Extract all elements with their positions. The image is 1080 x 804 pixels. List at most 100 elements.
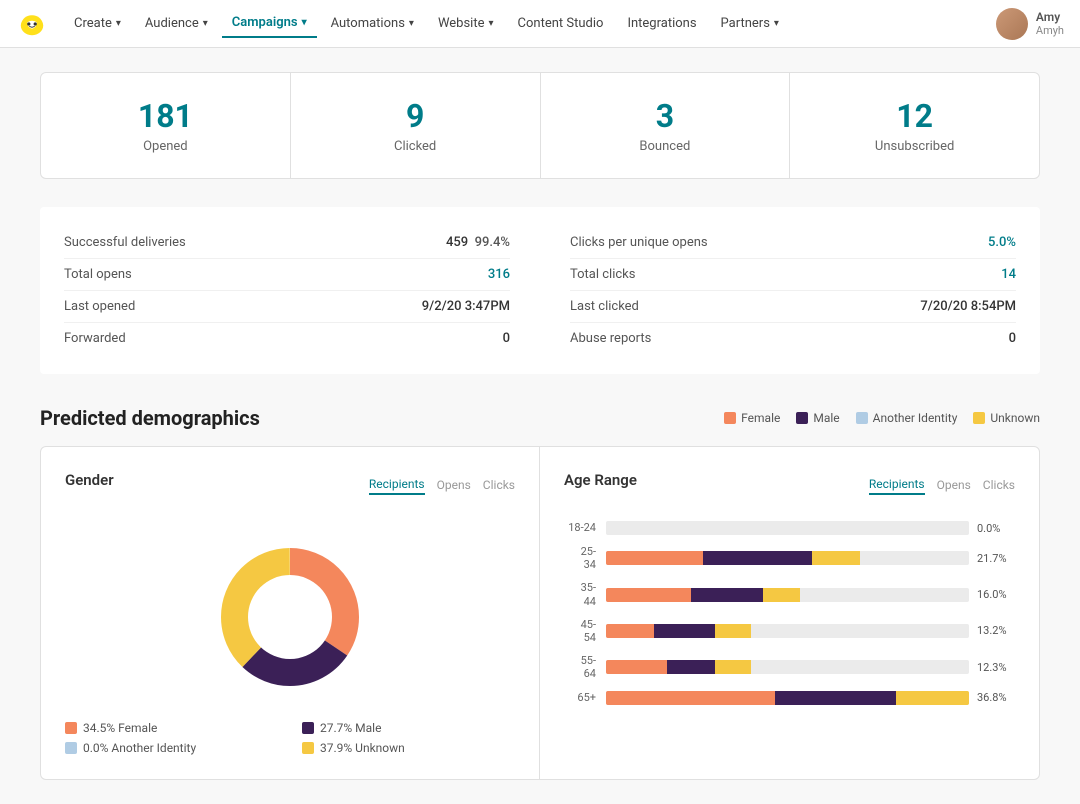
age-bar-percent: 12.3% bbox=[977, 661, 1015, 674]
age-bar-track bbox=[606, 521, 969, 535]
age-tab-opens[interactable]: Opens bbox=[937, 478, 971, 494]
male-color-swatch bbox=[796, 412, 808, 424]
chevron-down-icon: ▾ bbox=[409, 18, 414, 29]
legend-another-identity: Another Identity bbox=[856, 411, 958, 425]
chevron-down-icon: ▾ bbox=[203, 18, 208, 29]
age-chart-tabs: Recipients Opens Clicks bbox=[869, 477, 1015, 495]
metric-value: 9/2/20 3:47PM bbox=[422, 299, 510, 314]
stats-row: 181 Opened 9 Clicked 3 Bounced 12 Unsubs… bbox=[40, 72, 1040, 179]
charts-container: Gender Recipients Opens Clicks bbox=[40, 446, 1040, 780]
another-identity-color-swatch bbox=[856, 412, 868, 424]
gender-chart-panel: Gender Recipients Opens Clicks bbox=[41, 447, 540, 779]
age-chart-title: Age Range bbox=[564, 471, 637, 489]
logo[interactable] bbox=[16, 8, 48, 40]
age-tab-recipients[interactable]: Recipients bbox=[869, 477, 925, 495]
metric-value: 459 99.4% bbox=[446, 235, 510, 250]
other-swatch bbox=[65, 742, 77, 754]
age-bar-label: 55- 64 bbox=[564, 654, 606, 680]
age-bar-track bbox=[606, 691, 969, 705]
nav-audience[interactable]: Audience ▾ bbox=[135, 10, 218, 37]
unknown-segment bbox=[763, 588, 799, 602]
chevron-down-icon: ▾ bbox=[774, 18, 779, 29]
age-bar-row: 35- 44 16.0% bbox=[564, 581, 1015, 607]
age-bar-row: 55- 64 12.3% bbox=[564, 654, 1015, 680]
donut-container: 34.5% Female 27.7% Male 0.0% Another Ide… bbox=[65, 521, 515, 755]
metric-total-opens: Total opens 316 bbox=[64, 259, 510, 291]
age-bar-fill bbox=[606, 588, 969, 602]
metric-label: Forwarded bbox=[64, 331, 126, 346]
metric-last-opened: Last opened 9/2/20 3:47PM bbox=[64, 291, 510, 323]
opened-number: 181 bbox=[57, 97, 274, 135]
clicked-number: 9 bbox=[307, 97, 524, 135]
gender-tab-recipients[interactable]: Recipients bbox=[369, 477, 425, 495]
metric-forwarded: Forwarded 0 bbox=[64, 323, 510, 354]
user-handle: Amyh bbox=[1036, 24, 1064, 37]
chevron-down-icon: ▾ bbox=[489, 18, 494, 29]
unknown-segment bbox=[715, 660, 751, 674]
metrics-left: Successful deliveries 459 99.4% Total op… bbox=[64, 227, 510, 354]
avatar bbox=[996, 8, 1028, 40]
gender-tab-opens[interactable]: Opens bbox=[437, 478, 471, 494]
stat-unsubscribed: 12 Unsubscribed bbox=[790, 73, 1039, 178]
nav-create[interactable]: Create ▾ bbox=[64, 10, 131, 37]
nav-automations[interactable]: Automations ▾ bbox=[321, 10, 424, 37]
chevron-down-icon: ▾ bbox=[116, 18, 121, 29]
unsubscribed-number: 12 bbox=[806, 97, 1023, 135]
metric-last-clicked: Last clicked 7/20/20 8:54PM bbox=[570, 291, 1016, 323]
age-bar-fill bbox=[606, 624, 969, 638]
age-bar-label: 18-24 bbox=[564, 521, 606, 534]
metric-value: 316 bbox=[488, 267, 510, 282]
age-bar-chart: 18-24 0.0% 25- 34 21.7% 35- 44 bbox=[564, 521, 1015, 705]
gender-chart-tabs: Recipients Opens Clicks bbox=[369, 477, 515, 495]
donut-legend-female: 34.5% Female bbox=[65, 721, 278, 735]
age-bar-fill bbox=[606, 660, 969, 674]
female-segment bbox=[606, 660, 667, 674]
age-bar-fill bbox=[606, 551, 969, 565]
metric-value: 0 bbox=[1009, 331, 1016, 346]
metric-clicks-unique-opens: Clicks per unique opens 5.0% bbox=[570, 227, 1016, 259]
male-segment bbox=[703, 551, 812, 565]
male-segment bbox=[691, 588, 764, 602]
female-segment bbox=[606, 588, 691, 602]
gender-tab-clicks[interactable]: Clicks bbox=[483, 478, 515, 494]
age-bar-label: 25- 34 bbox=[564, 545, 606, 571]
nav-partners[interactable]: Partners ▾ bbox=[711, 10, 789, 37]
nav-website[interactable]: Website ▾ bbox=[428, 10, 504, 37]
age-tab-clicks[interactable]: Clicks bbox=[983, 478, 1015, 494]
metric-label: Total opens bbox=[64, 267, 132, 282]
age-bar-percent: 0.0% bbox=[977, 522, 1015, 535]
age-bar-percent: 16.0% bbox=[977, 588, 1015, 601]
male-segment bbox=[775, 691, 896, 705]
metric-value: 5.0% bbox=[988, 235, 1016, 250]
demographics-legend: Female Male Another Identity Unknown bbox=[724, 411, 1040, 425]
nav-integrations[interactable]: Integrations bbox=[617, 10, 706, 37]
stat-bounced: 3 Bounced bbox=[541, 73, 791, 178]
age-chart-panel: Age Range Recipients Opens Clicks 18-24 … bbox=[540, 447, 1039, 779]
age-chart-header: Age Range Recipients Opens Clicks bbox=[564, 471, 1015, 501]
unknown-swatch bbox=[302, 742, 314, 754]
female-swatch bbox=[65, 722, 77, 734]
age-bar-track bbox=[606, 660, 969, 674]
nav-content-studio[interactable]: Content Studio bbox=[508, 10, 614, 37]
female-segment bbox=[606, 691, 775, 705]
age-bar-fill bbox=[606, 521, 969, 535]
chevron-down-icon: ▾ bbox=[302, 17, 307, 28]
age-bar-track bbox=[606, 551, 969, 565]
metric-label: Last clicked bbox=[570, 299, 639, 314]
metric-successful-deliveries: Successful deliveries 459 99.4% bbox=[64, 227, 510, 259]
clicked-label: Clicked bbox=[307, 139, 524, 154]
unknown-segment bbox=[812, 551, 860, 565]
male-segment bbox=[667, 660, 715, 674]
bounced-label: Bounced bbox=[557, 139, 774, 154]
stat-opened: 181 Opened bbox=[41, 73, 291, 178]
age-bar-track bbox=[606, 588, 969, 602]
female-segment bbox=[606, 551, 703, 565]
age-bar-fill bbox=[606, 691, 969, 705]
male-segment bbox=[654, 624, 715, 638]
age-bar-percent: 36.8% bbox=[977, 691, 1015, 704]
nav-campaigns[interactable]: Campaigns ▾ bbox=[222, 9, 317, 38]
user-menu[interactable]: Amy Amyh bbox=[996, 8, 1064, 40]
donut-legend-male: 27.7% Male bbox=[302, 721, 515, 735]
age-bar-row: 65+ 36.8% bbox=[564, 691, 1015, 705]
donut-legend-another-identity: 0.0% Another Identity bbox=[65, 741, 278, 755]
